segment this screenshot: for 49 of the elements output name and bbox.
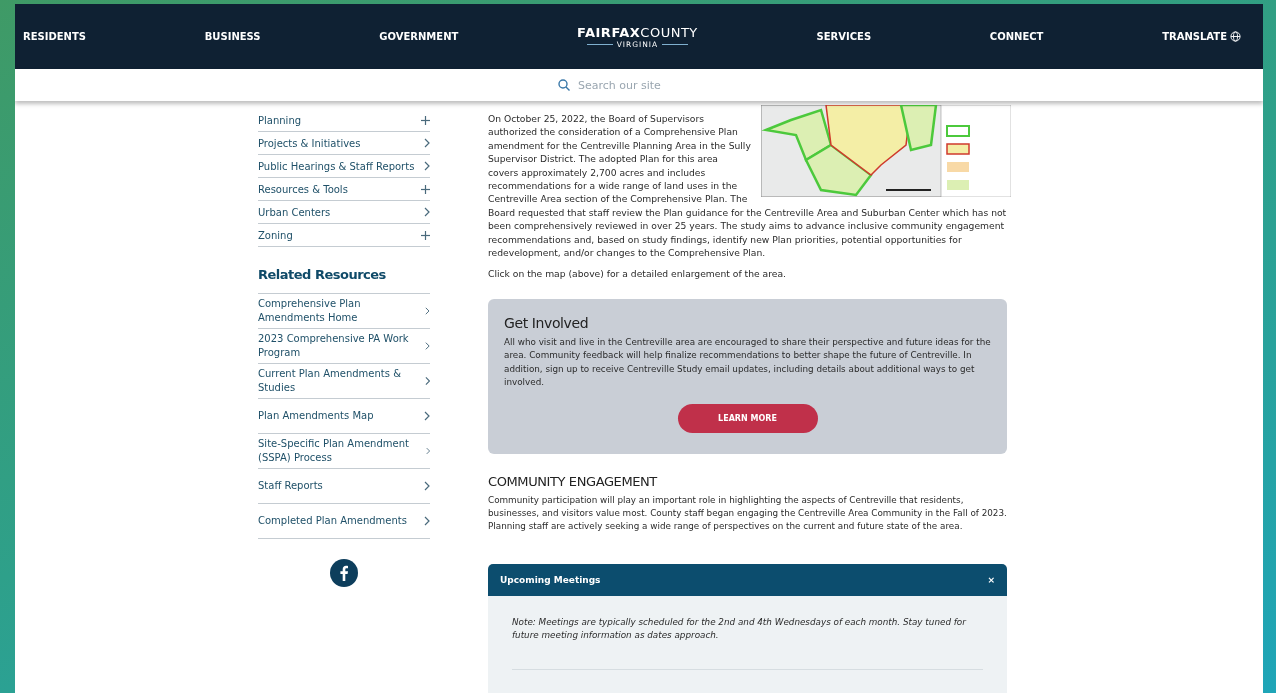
chevron-right-icon — [425, 341, 430, 351]
map-note: Click on the map (above) for a detailed enlargement of the area. — [488, 267, 787, 281]
section-heading: COMMUNITY ENGAGEMENT — [488, 473, 659, 489]
sidebar-link[interactable]: Urban Centers — [258, 201, 430, 224]
chevron-right-icon — [425, 306, 430, 316]
facebook-icon[interactable] — [330, 559, 358, 587]
accordion-header[interactable]: Upcoming Meetings × — [488, 563, 1007, 596]
search-field[interactable]: Search our site — [576, 77, 760, 93]
chevron-right-icon — [424, 481, 430, 491]
nav-link[interactable]: TRANSLATE — [1162, 31, 1241, 42]
chevron-right-icon — [424, 411, 430, 421]
sidebar-link[interactable]: Public Hearings & Staff Reports — [258, 155, 430, 178]
sidebar-link[interactable]: Planning — [258, 109, 430, 132]
sidebar-link[interactable]: Comprehensive Plan Amendments Home — [258, 294, 430, 329]
intro-paragraph: On October 25, 2022, the Board of Supervisors authorized the consideration of a Comprehensive Plan amendment for the Centreville Planning Area in the Sully Supervisor District. The adopted Plan for this area covers approximately 2,700 acres and includes recommendations for a wide range of land uses in the Centreville Area section of the Comprehensive Plan. The — [488, 112, 751, 206]
sidebar-link[interactable]: Resources & Tools — [258, 178, 430, 201]
sidebar-link[interactable]: Zoning — [258, 224, 430, 247]
nav-link[interactable]: GOVERNMENT — [379, 31, 459, 42]
chevron-right-icon — [424, 516, 430, 526]
nav-link[interactable]: RESIDENTS — [23, 31, 86, 42]
sidebar-link[interactable]: 2023 Comprehensive PA Work Program — [258, 329, 430, 364]
section-heading: Related Resources — [258, 267, 387, 282]
learn-more-button[interactable]: LEARN MORE — [677, 403, 818, 433]
meetings-note: Note: Meetings are typically scheduled for the 2nd and 4th Wednesdays of each month. Stay tuned for future meeting information as dates approach. — [512, 615, 968, 643]
nav-link[interactable]: BUSINESS — [204, 31, 261, 42]
sidebar-link[interactable]: Plan Amendments Map — [258, 399, 430, 434]
chevron-right-icon — [424, 138, 430, 148]
chevron-right-icon — [424, 207, 430, 217]
engagement-paragraph: Community participation will play an important role in highlighting the aspects of Centreville that residents, businesses, and visitors value most. County staff began engaging the Centreville Area Community in the Fall of 2023. Planning staff are actively seeking a wide range of perspectives on the current and future state of the area. — [488, 493, 1007, 534]
plus-icon — [421, 115, 430, 125]
plus-icon — [421, 230, 430, 240]
plus-icon — [421, 184, 430, 194]
search-icon — [558, 79, 570, 91]
callout-text: All who visit and live in the Centreville area are encouraged to share their perspective and future ideas for the area. Community feedback will help finalize recommendations to better shape the future of Centreville. In addition, sign up to receive Centreville Study email updates, including details about additional ways to get involved. — [504, 335, 991, 390]
map-drawing[interactable] — [761, 105, 1011, 197]
callout-title: Get Involved — [504, 314, 590, 331]
chevron-right-icon — [424, 161, 430, 171]
sidebar-link[interactable]: Staff Reports — [258, 469, 430, 504]
nav-link[interactable]: SERVICES — [816, 31, 872, 42]
intro-paragraph: Board requested that staff review the Plan guidance for the Centreville Area and Suburban Center which has not been comprehensively reviewed in over 25 years. The study aims to advance inclusive community engagement recommendations and, based on study findings, identify new Plan priorities, potential opportunities for redevelopment, and/or changes to the Comprehensive Plan. — [488, 205, 1007, 260]
nav-link[interactable]: CONNECT — [989, 31, 1044, 42]
chevron-right-icon — [425, 446, 430, 456]
sidebar-link[interactable]: Site-Specific Plan Amendment (SSPA) Process — [258, 434, 430, 469]
globe-icon — [1230, 31, 1241, 42]
sidebar-link[interactable]: Projects & Initiatives — [258, 132, 430, 155]
chevron-right-icon — [424, 376, 430, 386]
sidebar-link[interactable]: Current Plan Amendments & Studies — [258, 364, 430, 399]
sidebar-link[interactable]: Completed Plan Amendments — [258, 504, 430, 539]
close-icon[interactable]: × — [987, 574, 995, 585]
